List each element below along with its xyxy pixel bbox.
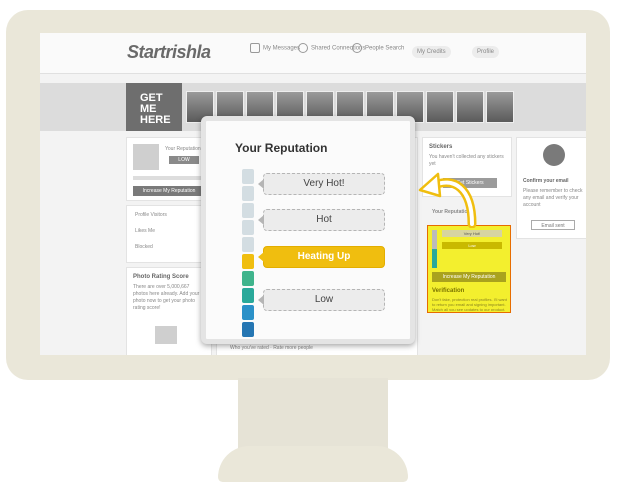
link-blocked[interactable]: Blocked xyxy=(135,244,153,251)
mini-increase-button[interactable]: Increase My Reputation xyxy=(432,272,506,282)
my-credits-pill[interactable]: My Credits xyxy=(412,46,451,58)
confirm-title: Confirm your email xyxy=(523,178,569,184)
mini-meter xyxy=(432,230,437,268)
nav-people-search[interactable]: People Search xyxy=(352,43,404,53)
link-profile-visitors[interactable]: Profile Visitors xyxy=(135,212,167,219)
reputation-badge: LOW xyxy=(169,156,199,164)
curved-arrow-icon xyxy=(418,172,477,228)
photo-rating-card: Photo Rating Score There are over 5,000,… xyxy=(126,267,212,355)
monitor-stand-base xyxy=(218,446,408,482)
confirm-email-card: Confirm your email Please remember to ch… xyxy=(516,137,586,239)
confirm-text: Please remember to check any email and v… xyxy=(523,188,583,208)
mini-level-very-hot: Very Hot! xyxy=(442,230,502,237)
messages-icon xyxy=(250,43,260,53)
avatar[interactable] xyxy=(133,144,159,170)
heart-icon xyxy=(298,43,308,53)
app-logo[interactable]: Startrishla xyxy=(127,42,211,63)
meter-segment xyxy=(242,254,254,269)
reputation-popup: Your Reputation Very Hot! Hot Heating Up… xyxy=(201,116,415,344)
profile-pill[interactable]: Profile xyxy=(472,46,500,58)
meter-segment xyxy=(242,203,254,218)
link-likes-me[interactable]: Likes Me xyxy=(135,228,155,235)
meter-segment xyxy=(242,186,254,201)
camera-icon[interactable] xyxy=(155,326,177,344)
strip-photo[interactable] xyxy=(426,91,454,123)
verification-text: Don't fake, protection real profiles. I'… xyxy=(432,297,507,311)
popup-title: Your Reputation xyxy=(235,141,328,155)
email-sent-button[interactable]: Email sent xyxy=(531,220,575,230)
meter-segment xyxy=(242,322,254,337)
user-card: Your Reputation LOW Increase My Reputati… xyxy=(126,137,212,201)
user-status: Your Reputation xyxy=(165,146,201,152)
strip-photo[interactable] xyxy=(486,91,514,123)
meter-segment xyxy=(242,288,254,303)
mini-level-low: Low xyxy=(442,242,502,249)
search-icon xyxy=(352,43,362,53)
level-heating-up[interactable]: Heating Up xyxy=(258,246,385,268)
links-card: Profile Visitors Likes Me Blocked xyxy=(126,205,212,263)
email-icon xyxy=(543,144,565,166)
meter-segment xyxy=(242,220,254,235)
meter-segment xyxy=(242,237,254,252)
meter-segment xyxy=(242,169,254,184)
meter-segment xyxy=(242,271,254,286)
highlighted-reputation-panel: Very Hot! Low Increase My Reputation Ver… xyxy=(427,225,511,313)
nav-messages[interactable]: My Messages xyxy=(250,43,300,53)
app-header: Startrishla My Messages Shared Connectio… xyxy=(40,33,586,74)
strip-photo[interactable] xyxy=(456,91,484,123)
level-low[interactable]: Low xyxy=(258,289,385,311)
verification-title: Verification xyxy=(432,288,465,294)
increase-reputation-button[interactable]: Increase My Reputation xyxy=(133,186,205,196)
monitor-stand-neck xyxy=(238,378,388,450)
stickers-title: Stickers xyxy=(429,144,453,150)
level-hot[interactable]: Hot xyxy=(258,209,385,231)
photo-rating-text: There are over 5,000,667 photos here alr… xyxy=(133,284,200,311)
center-footer[interactable]: Who you've rated · Rate more people xyxy=(230,345,313,352)
progress-track xyxy=(133,176,205,180)
meter-segment xyxy=(242,305,254,320)
get-me-here-button[interactable]: GET ME HERE xyxy=(126,83,182,131)
level-very-hot[interactable]: Very Hot! xyxy=(258,173,385,195)
photo-rating-title: Photo Rating Score xyxy=(133,274,189,280)
